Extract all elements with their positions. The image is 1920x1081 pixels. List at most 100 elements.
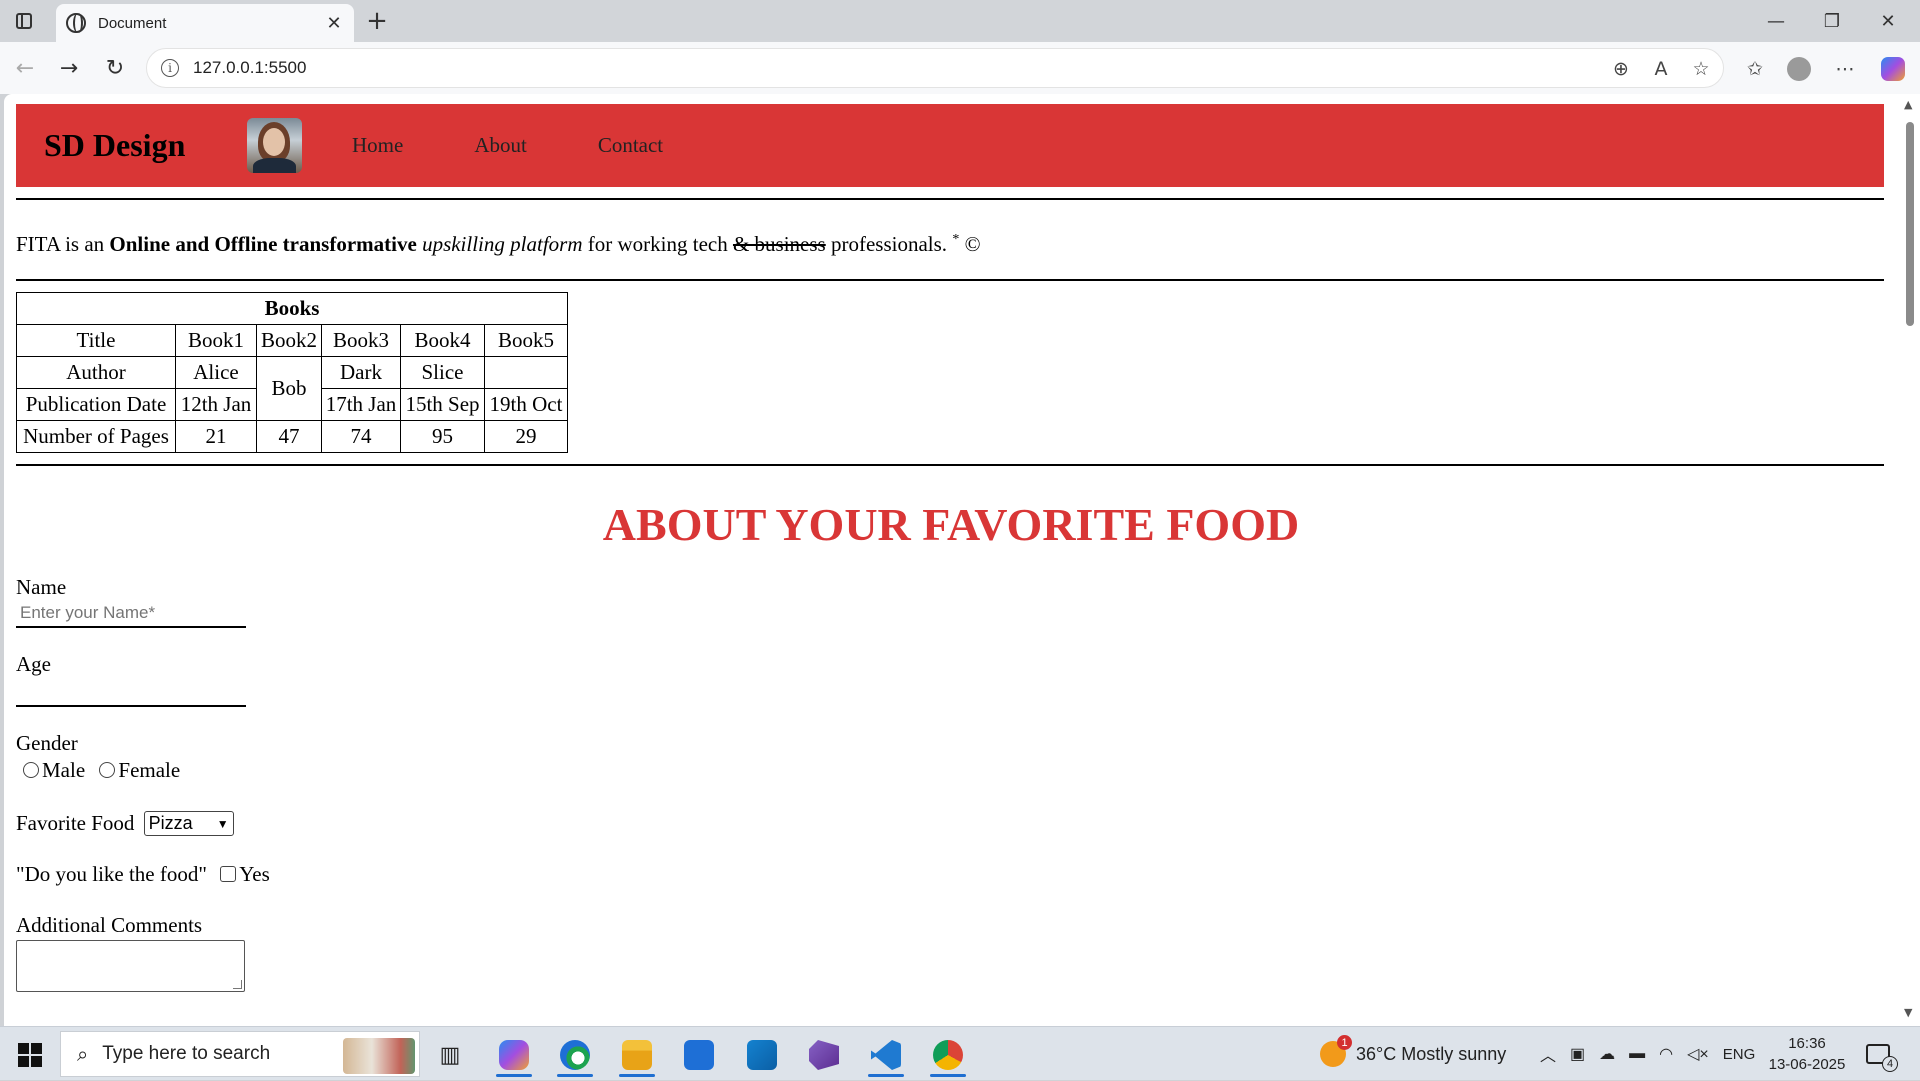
notification-count: 4 — [1882, 1056, 1898, 1072]
gender-male-radio[interactable] — [23, 762, 39, 778]
clock[interactable]: 16:36 13-06-2025 — [1762, 1033, 1852, 1075]
weather-widget[interactable]: 1 36°C Mostly sunny — [1320, 1027, 1506, 1081]
like-label: "Do you like the food" — [16, 862, 207, 886]
page-scrollbar[interactable]: ▲ ▼ — [1900, 94, 1920, 1026]
intro-sup: * — [952, 232, 960, 247]
meet-now-icon[interactable]: ▣ — [1570, 1044, 1585, 1064]
gender-label: Gender — [16, 731, 78, 755]
profile-avatar-icon[interactable] — [1784, 54, 1814, 84]
gender-options: Male Female — [16, 758, 1886, 783]
table-cell: Dark — [321, 356, 401, 389]
edge-app-icon[interactable] — [549, 1033, 601, 1077]
food-select[interactable]: Pizza ▼ — [143, 811, 234, 836]
page-viewport: SD Design Home About Contact FITA is an … — [4, 94, 1900, 1026]
table-cell: Book5 — [484, 324, 568, 357]
more-menu-icon[interactable]: ⋯ — [1830, 54, 1860, 84]
clock-time: 16:36 — [1788, 1035, 1826, 1052]
like-checkbox[interactable] — [220, 866, 237, 882]
visual-studio-icon[interactable] — [798, 1033, 850, 1077]
comments-textarea[interactable] — [16, 940, 245, 992]
outlook-app-icon[interactable] — [736, 1033, 788, 1077]
divider — [16, 464, 1884, 466]
browser-tab[interactable]: Document ✕ — [56, 4, 354, 42]
copilot-app-icon[interactable] — [488, 1033, 540, 1077]
intro-text-3: professionals. — [825, 232, 948, 256]
like-group: "Do you like the food" Yes — [16, 862, 1886, 887]
restore-icon[interactable]: ❐ — [1804, 6, 1860, 36]
table-cell: 12th Jan — [175, 388, 257, 421]
weather-text: 36°C Mostly sunny — [1356, 1043, 1507, 1064]
task-view-icon[interactable]: ▥ — [424, 1033, 476, 1077]
favorites-icon[interactable]: ✩ — [1740, 54, 1770, 84]
system-tray: ︿ ▣ ☁ ▬ ◠ ◁× ENG — [1540, 1027, 1755, 1081]
new-tab-icon[interactable]: + — [362, 6, 392, 36]
wifi-icon[interactable]: ◠ — [1659, 1044, 1673, 1064]
name-group: Name — [16, 575, 1886, 628]
volume-muted-icon[interactable]: ◁× — [1687, 1044, 1709, 1064]
table-row: Number of Pages 21 47 74 95 29 — [16, 420, 568, 453]
minimize-icon[interactable]: — — [1748, 6, 1804, 36]
form-heading: ABOUT YOUR FAVORITE FOOD — [602, 499, 1300, 550]
comments-group: Additional Comments — [16, 913, 1886, 992]
battery-icon[interactable]: ▬ — [1629, 1045, 1645, 1063]
nav-link-contact[interactable]: Contact — [598, 133, 663, 158]
avatar — [247, 118, 302, 173]
back-icon[interactable]: ← — [8, 52, 42, 84]
close-window-icon[interactable]: ✕ — [1860, 6, 1916, 36]
intro-italic: upskilling platform — [422, 232, 583, 256]
favorite-star-icon[interactable]: ☆ — [1686, 54, 1716, 84]
name-input[interactable] — [16, 600, 246, 628]
table-cell: Alice — [175, 356, 257, 389]
table-cell: Bob — [256, 356, 322, 421]
file-explorer-icon[interactable] — [611, 1033, 663, 1077]
table-cell: Slice — [400, 356, 485, 389]
show-hidden-icons-icon[interactable]: ︿ — [1540, 1042, 1556, 1066]
nav-link-home[interactable]: Home — [352, 133, 403, 158]
table-cell: Book3 — [321, 324, 401, 357]
table-cell: 95 — [400, 420, 485, 453]
read-aloud-icon[interactable]: A — [1646, 54, 1676, 84]
language-indicator[interactable]: ENG — [1723, 1046, 1756, 1063]
like-option-label: Yes — [239, 862, 270, 886]
chrome-app-icon[interactable] — [922, 1033, 974, 1077]
url-field[interactable]: i 127.0.0.1:5500 — [146, 48, 1724, 88]
age-label: Age — [16, 652, 51, 676]
gender-group: Gender Male Female — [16, 731, 1886, 783]
site-info-icon[interactable]: i — [161, 59, 179, 77]
divider — [16, 279, 1884, 281]
refresh-icon[interactable]: ↻ — [98, 52, 132, 84]
copilot-icon[interactable] — [1878, 54, 1908, 84]
globe-icon — [66, 13, 86, 33]
weather-badge: 1 — [1337, 1035, 1352, 1050]
scroll-up-icon[interactable]: ▲ — [1904, 98, 1912, 111]
notification-center-icon[interactable]: 4 — [1866, 1027, 1898, 1081]
table-cell: Book1 — [175, 324, 257, 357]
table-cell — [484, 356, 568, 389]
age-input[interactable] — [16, 679, 246, 707]
close-tab-icon[interactable]: ✕ — [324, 13, 344, 34]
site-brand: SD Design — [44, 127, 186, 163]
vscode-app-icon[interactable] — [860, 1033, 912, 1077]
nav-link-about[interactable]: About — [474, 133, 527, 158]
windows-start-icon[interactable] — [18, 1043, 42, 1067]
scrollbar-thumb[interactable] — [1906, 122, 1914, 326]
tab-actions-icon[interactable] — [10, 8, 38, 34]
taskbar-search[interactable]: ⌕ Type here to search — [60, 1031, 420, 1077]
store-app-icon[interactable] — [673, 1033, 725, 1077]
site-header: SD Design Home About Contact — [16, 104, 1884, 187]
search-placeholder: Type here to search — [102, 1043, 271, 1064]
scroll-down-icon[interactable]: ▼ — [1904, 1006, 1912, 1019]
table-cell: Book4 — [400, 324, 485, 357]
gender-female-radio[interactable] — [99, 762, 116, 778]
table-cell: Publication Date — [16, 388, 176, 421]
taskbar: ⌕ Type here to search ▥ 1 36°C Mostly su… — [0, 1026, 1920, 1080]
table-caption: Books — [16, 292, 568, 325]
forward-icon[interactable]: → — [52, 52, 86, 84]
onedrive-icon[interactable]: ☁ — [1599, 1044, 1615, 1064]
food-group: Favorite Food Pizza ▼ — [16, 811, 1886, 836]
divider — [16, 198, 1884, 200]
intro-strike: & business — [732, 232, 826, 256]
name-label: Name — [16, 575, 67, 599]
gender-female-label: Female — [118, 758, 181, 782]
zoom-icon[interactable]: ⊕ — [1606, 54, 1636, 84]
